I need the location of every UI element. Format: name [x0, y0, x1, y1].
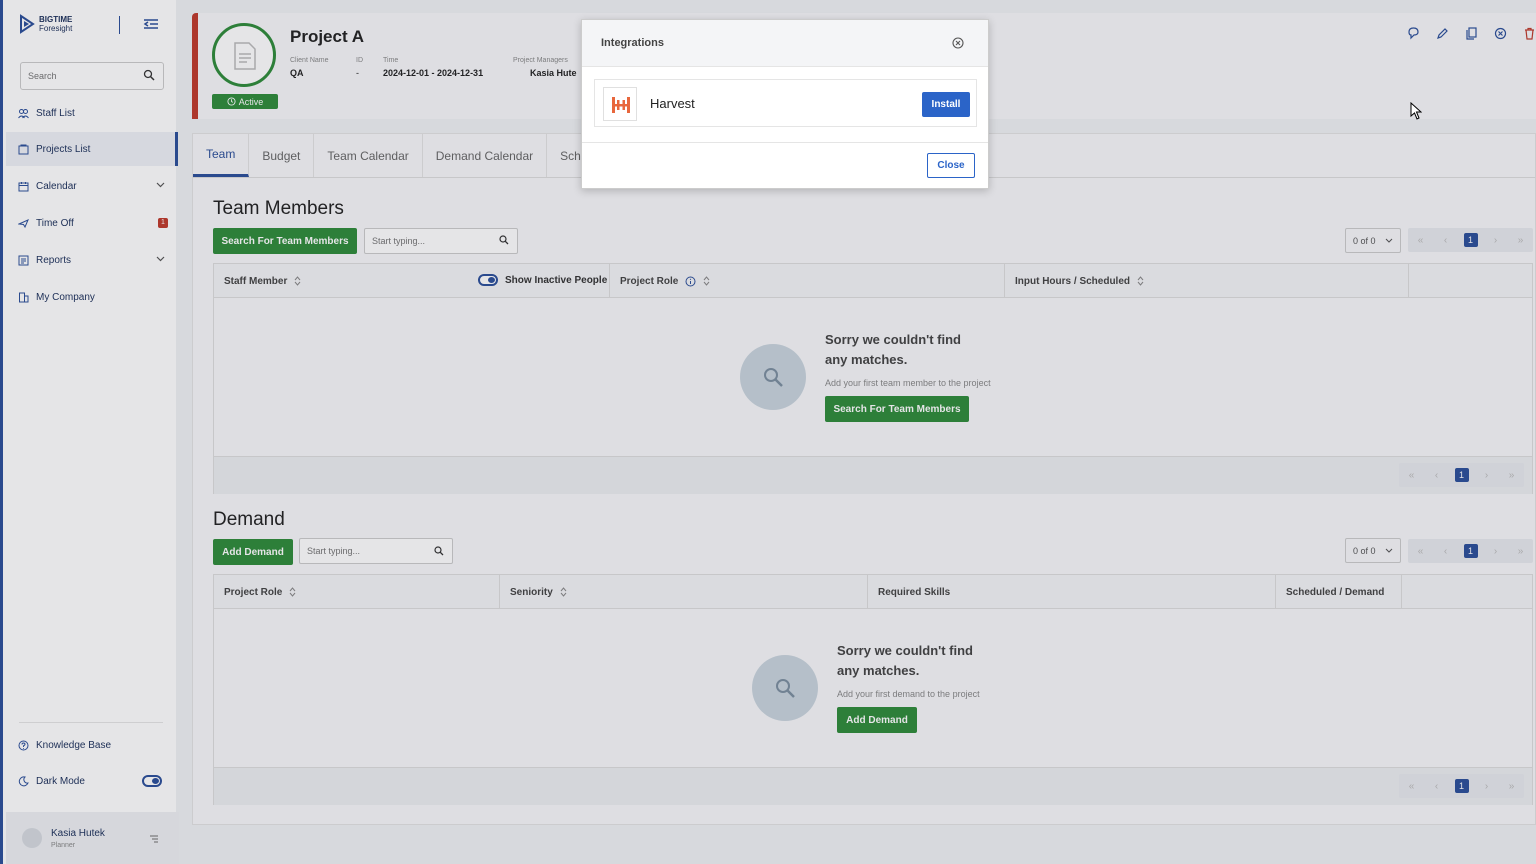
modal-footer-divider: [582, 142, 988, 143]
harvest-icon: [612, 97, 630, 113]
close-icon[interactable]: [952, 37, 964, 49]
close-button[interactable]: Close: [927, 153, 975, 178]
app-root: BIGTIME Foresight Staff List Projects Li…: [0, 0, 1536, 864]
integrations-modal: Integrations Harvest Install Close: [581, 19, 989, 189]
modal-header: Integrations: [582, 20, 988, 67]
modal-title: Integrations: [601, 37, 664, 49]
integration-row-harvest: Harvest Install: [594, 79, 977, 127]
integration-name: Harvest: [650, 96, 695, 111]
mouse-cursor-icon: [1410, 102, 1422, 120]
install-button[interactable]: Install: [922, 92, 970, 117]
harvest-logo: [603, 87, 637, 121]
